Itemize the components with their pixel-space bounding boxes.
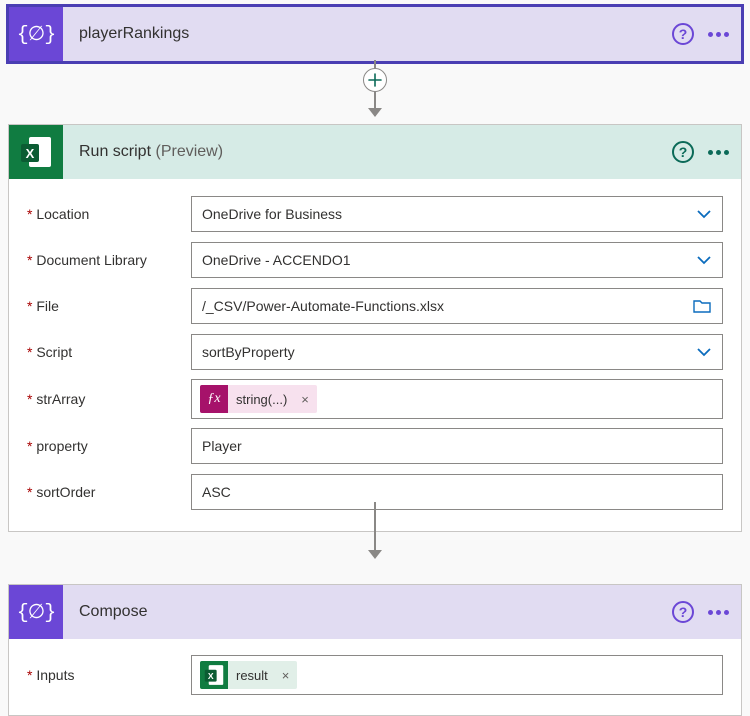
chevron-down-icon <box>696 344 712 360</box>
label-property: property <box>27 438 191 454</box>
remove-token-icon[interactable]: × <box>293 392 317 407</box>
chevron-down-icon <box>696 252 712 268</box>
excel-icon: X <box>9 125 63 179</box>
strarray-input[interactable]: ƒx string(...) × <box>191 379 723 419</box>
card-title: Run script (Preview) <box>63 143 672 161</box>
plus-icon <box>368 73 382 87</box>
more-menu-icon[interactable] <box>708 32 729 37</box>
label-strarray: strArray <box>27 391 191 407</box>
location-dropdown[interactable]: OneDrive for Business <box>191 196 723 232</box>
dynamic-content-token[interactable]: X result × <box>200 661 297 689</box>
card-body: Location OneDrive for Business Document … <box>9 179 741 531</box>
help-icon[interactable]: ? <box>672 23 694 45</box>
file-input[interactable]: /_CSV/Power-Automate-Functions.xlsx <box>191 288 723 324</box>
compose-icon: {∅} <box>9 7 63 61</box>
card-header[interactable]: X Run script (Preview) ? <box>9 125 741 179</box>
card-header[interactable]: {∅} playerRankings ? <box>9 7 741 61</box>
remove-token-icon[interactable]: × <box>274 668 298 683</box>
label-document-library: Document Library <box>27 252 191 268</box>
help-icon[interactable]: ? <box>672 141 694 163</box>
label-file: File <box>27 298 191 314</box>
card-title: Compose <box>63 603 672 621</box>
label-inputs: Inputs <box>27 667 191 683</box>
inputs-field[interactable]: X result × <box>191 655 723 695</box>
expression-token[interactable]: ƒx string(...) × <box>200 385 317 413</box>
add-step-button[interactable] <box>363 68 387 92</box>
label-script: Script <box>27 344 191 360</box>
excel-icon: X <box>200 661 228 689</box>
action-card-compose: {∅} Compose ? Inputs X result <box>8 584 742 716</box>
compose-icon: {∅} <box>9 585 63 639</box>
label-sortorder: sortOrder <box>27 484 191 500</box>
label-location: Location <box>27 206 191 222</box>
action-card-run-script: X Run script (Preview) ? Location OneDri… <box>8 124 742 532</box>
sortorder-input[interactable]: ASC <box>191 474 723 510</box>
action-card-playerrankings[interactable]: {∅} playerRankings ? <box>6 4 744 64</box>
card-header[interactable]: {∅} Compose ? <box>9 585 741 639</box>
script-dropdown[interactable]: sortByProperty <box>191 334 723 370</box>
card-title: playerRankings <box>63 25 672 43</box>
more-menu-icon[interactable] <box>708 150 729 155</box>
fx-icon: ƒx <box>200 385 228 413</box>
document-library-dropdown[interactable]: OneDrive - ACCENDO1 <box>191 242 723 278</box>
chevron-down-icon <box>696 206 712 222</box>
property-input[interactable]: Player <box>191 428 723 464</box>
help-icon[interactable]: ? <box>672 601 694 623</box>
more-menu-icon[interactable] <box>708 610 729 615</box>
card-body: Inputs X result × <box>9 639 741 715</box>
folder-icon[interactable] <box>692 296 712 316</box>
